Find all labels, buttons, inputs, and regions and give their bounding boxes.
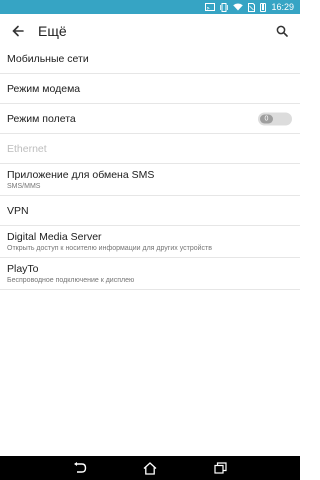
item-label: Digital Media Server: [7, 231, 102, 243]
recent-apps-icon[interactable]: [209, 459, 231, 477]
item-label: Режим модема: [7, 82, 81, 95]
item-label: Режим полета: [7, 112, 76, 125]
item-label: PlayTo: [7, 263, 39, 275]
list-item-digital-media-server[interactable]: Digital Media Server Открыть доступ к но…: [0, 226, 300, 258]
list-item-airplane-mode[interactable]: Режим полета 0: [0, 104, 300, 134]
vibrate-icon: [220, 2, 229, 12]
settings-list: Мобильные сети Режим модема Режим полета…: [0, 44, 300, 290]
list-item-playto[interactable]: PlayTo Беспроводное подключение к диспле…: [0, 258, 300, 290]
item-label: Мобильные сети: [7, 52, 89, 65]
airplane-mode-toggle[interactable]: 0: [258, 112, 292, 125]
item-summary: SMS/MMS: [7, 183, 41, 190]
search-icon[interactable]: [272, 21, 292, 41]
list-item-tethering[interactable]: Режим модема: [0, 74, 300, 104]
status-bar: 16:29: [0, 0, 300, 14]
status-time: 16:29: [271, 2, 294, 12]
item-label: Ethernet: [7, 142, 47, 155]
item-label: VPN: [7, 204, 29, 217]
battery-icon: [260, 2, 267, 12]
item-label: Приложение для обмена SMS: [7, 169, 155, 181]
no-sim-icon: [248, 2, 256, 12]
wifi-icon: [233, 3, 244, 11]
list-item-sms-app[interactable]: Приложение для обмена SMS SMS/MMS: [0, 164, 300, 196]
list-item-mobile-networks[interactable]: Мобильные сети: [0, 44, 300, 74]
item-summary: Открыть доступ к носителю информации для…: [7, 245, 212, 252]
toggle-knob: 0: [260, 114, 273, 123]
home-nav-icon[interactable]: [139, 459, 161, 477]
list-item-ethernet: Ethernet: [0, 134, 300, 164]
list-item-vpn[interactable]: VPN: [0, 196, 300, 226]
app-bar: Ещё: [0, 14, 300, 48]
arrow-back-icon[interactable]: [8, 21, 28, 41]
back-nav-icon[interactable]: [69, 459, 91, 477]
cast-icon: [205, 3, 216, 11]
navigation-bar: [0, 456, 300, 480]
page-title: Ещё: [38, 23, 67, 39]
item-summary: Беспроводное подключение к дисплею: [7, 277, 135, 284]
